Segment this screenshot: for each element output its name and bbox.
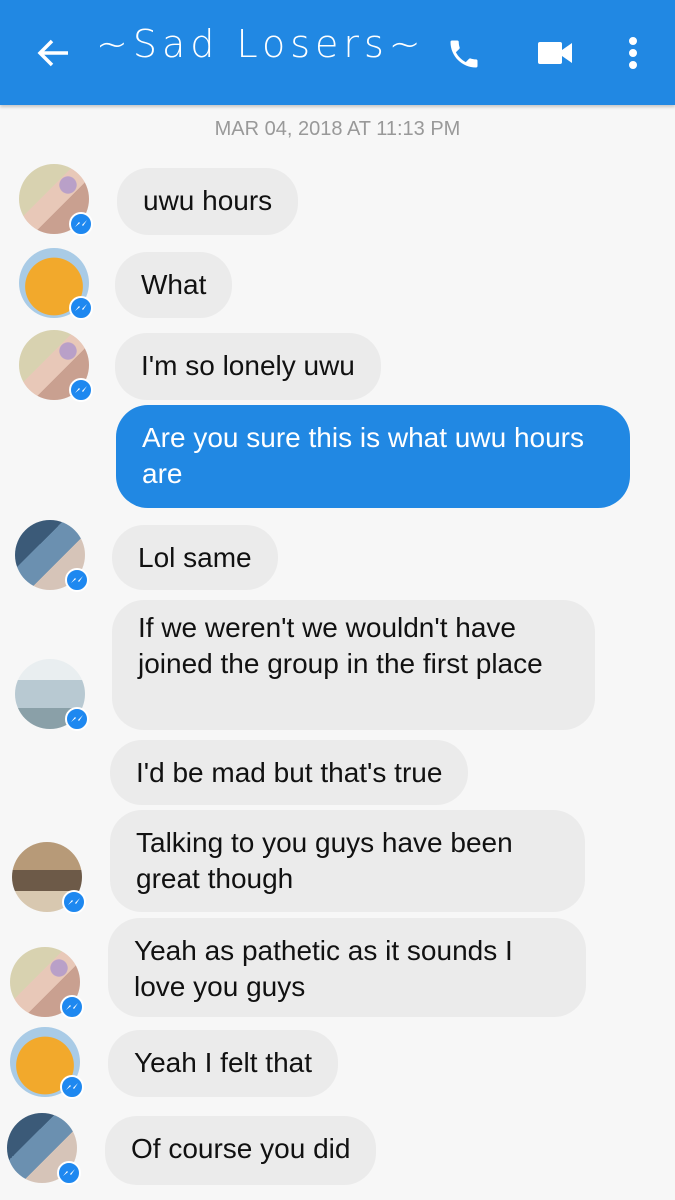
message-bubble[interactable]: Lol same (112, 525, 278, 590)
avatar[interactable] (19, 330, 93, 402)
message-bubble[interactable]: If we weren't we wouldn't have joined th… (112, 600, 595, 730)
message-bubble[interactable]: Yeah as pathetic as it sounds I love you… (108, 918, 586, 1017)
messenger-badge-icon (69, 378, 93, 402)
avatar[interactable] (15, 520, 89, 592)
messenger-badge-icon (60, 995, 84, 1019)
avatar[interactable] (7, 1113, 81, 1185)
message-bubble[interactable]: I'm so lonely uwu (115, 333, 381, 400)
chat-header: ~Sad Losers~ (0, 0, 675, 105)
messenger-badge-icon (69, 296, 93, 320)
messenger-badge-icon (62, 890, 86, 914)
messenger-badge-icon (65, 707, 89, 731)
messenger-badge-icon (65, 568, 89, 592)
more-vert-icon[interactable] (626, 36, 640, 72)
message-bubble[interactable]: uwu hours (117, 168, 299, 235)
message-bubble[interactable]: Yeah I felt that (108, 1030, 338, 1097)
message-bubble[interactable]: I'd be mad but that's true (110, 740, 469, 805)
message-bubble-sent[interactable]: Are you sure this is what uwu hours are (116, 405, 630, 508)
avatar[interactable] (15, 659, 89, 731)
phone-icon[interactable] (446, 36, 482, 72)
arrow-left-icon[interactable] (36, 38, 70, 68)
avatar[interactable] (19, 164, 93, 236)
message-bubble[interactable]: Of course you did (105, 1116, 377, 1185)
chat-title[interactable]: ~Sad Losers~ (96, 22, 426, 66)
avatar[interactable] (10, 1027, 84, 1099)
messenger-badge-icon (57, 1161, 81, 1185)
messenger-badge-icon (69, 212, 93, 236)
timestamp: MAR 04, 2018 AT 11:13 PM (214, 118, 461, 140)
messenger-badge-icon (60, 1075, 84, 1099)
message-bubble[interactable]: Talking to you guys have been great thou… (110, 810, 585, 912)
avatar[interactable] (10, 947, 84, 1019)
video-camera-icon[interactable] (536, 38, 574, 68)
avatar[interactable] (19, 248, 93, 320)
avatar[interactable] (12, 842, 86, 914)
message-bubble[interactable]: What (115, 252, 233, 318)
